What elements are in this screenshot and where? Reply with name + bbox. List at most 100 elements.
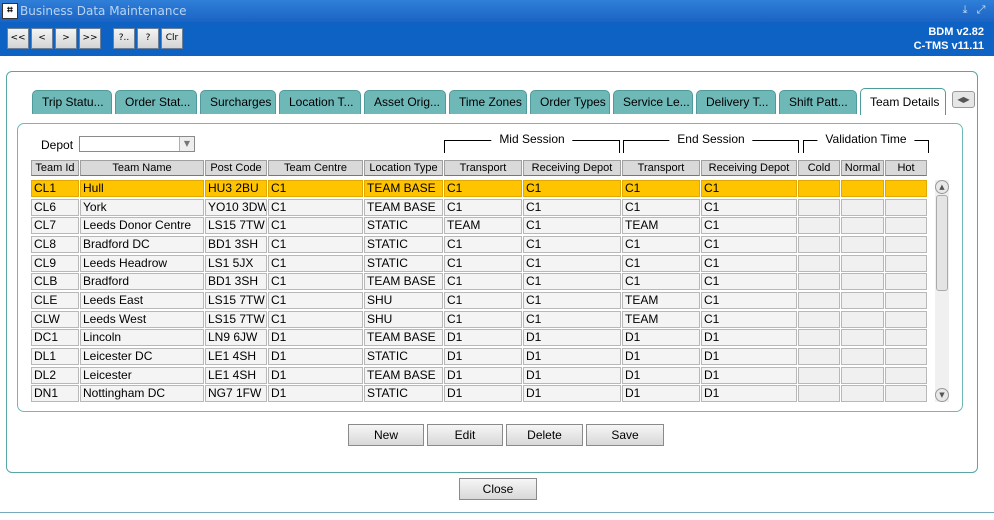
- cell-mid-transport[interactable]: D1: [444, 385, 522, 402]
- cell-team-name[interactable]: Leeds Headrow: [80, 255, 204, 272]
- cell-post-code[interactable]: YO10 3DW: [205, 199, 267, 216]
- cell-end-receiving-depot[interactable]: C1: [701, 255, 797, 272]
- cell-location-type[interactable]: STATIC: [364, 348, 443, 365]
- cell-team-id[interactable]: CLW: [31, 311, 79, 328]
- tab-service-levels[interactable]: Service Le...: [613, 90, 693, 114]
- cell-hot[interactable]: [885, 199, 927, 216]
- cell-end-receiving-depot[interactable]: C1: [701, 217, 797, 234]
- cell-post-code[interactable]: LS15 7TW: [205, 217, 267, 234]
- cell-normal[interactable]: [841, 180, 884, 197]
- cell-normal[interactable]: [841, 311, 884, 328]
- cell-location-type[interactable]: STATIC: [364, 255, 443, 272]
- cell-location-type[interactable]: TEAM BASE: [364, 180, 443, 197]
- first-record-button[interactable]: <<: [7, 28, 29, 49]
- cell-location-type[interactable]: SHU: [364, 311, 443, 328]
- cell-mid-receiving-depot[interactable]: C1: [523, 217, 621, 234]
- cell-normal[interactable]: [841, 385, 884, 402]
- cell-team-id[interactable]: CL7: [31, 217, 79, 234]
- cell-end-transport[interactable]: C1: [622, 273, 700, 290]
- cell-normal[interactable]: [841, 329, 884, 346]
- cell-hot[interactable]: [885, 367, 927, 384]
- cell-mid-receiving-depot[interactable]: C1: [523, 236, 621, 253]
- maximize-icon[interactable]: ⤢: [974, 3, 988, 17]
- cell-mid-transport[interactable]: C1: [444, 255, 522, 272]
- cell-team-id[interactable]: CLE: [31, 292, 79, 309]
- cell-mid-transport[interactable]: C1: [444, 180, 522, 197]
- cell-mid-receiving-depot[interactable]: D1: [523, 385, 621, 402]
- clear-button[interactable]: Clr: [161, 28, 183, 49]
- cell-team-name[interactable]: Nottingham DC: [80, 385, 204, 402]
- cell-mid-transport[interactable]: C1: [444, 236, 522, 253]
- edit-button[interactable]: Edit: [427, 424, 503, 446]
- last-record-button[interactable]: >>: [79, 28, 101, 49]
- cell-team-name[interactable]: Leeds Donor Centre: [80, 217, 204, 234]
- cell-location-type[interactable]: TEAM BASE: [364, 199, 443, 216]
- cell-mid-receiving-depot[interactable]: D1: [523, 329, 621, 346]
- tab-surcharges[interactable]: Surcharges: [200, 90, 276, 114]
- tab-location-types[interactable]: Location T...: [279, 90, 361, 114]
- cell-hot[interactable]: [885, 348, 927, 365]
- cell-location-type[interactable]: SHU: [364, 292, 443, 309]
- cell-cold[interactable]: [798, 255, 840, 272]
- cell-normal[interactable]: [841, 255, 884, 272]
- cell-mid-transport[interactable]: D1: [444, 348, 522, 365]
- cell-mid-transport[interactable]: C1: [444, 199, 522, 216]
- cell-end-receiving-depot[interactable]: C1: [701, 199, 797, 216]
- cell-team-centre[interactable]: C1: [268, 236, 363, 253]
- cell-team-name[interactable]: Bradford DC: [80, 236, 204, 253]
- cell-mid-receiving-depot[interactable]: C1: [523, 199, 621, 216]
- new-button[interactable]: New: [348, 424, 424, 446]
- cell-mid-receiving-depot[interactable]: D1: [523, 348, 621, 365]
- minimize-icon[interactable]: ⤓: [958, 3, 972, 17]
- cell-hot[interactable]: [885, 292, 927, 309]
- cell-end-receiving-depot[interactable]: C1: [701, 311, 797, 328]
- query-button[interactable]: ?: [137, 28, 159, 49]
- delete-button[interactable]: Delete: [506, 424, 583, 446]
- cell-end-transport[interactable]: D1: [622, 348, 700, 365]
- cell-team-id[interactable]: DN1: [31, 385, 79, 402]
- cell-cold[interactable]: [798, 348, 840, 365]
- tab-trip-status[interactable]: Trip Statu...: [32, 90, 112, 114]
- cell-team-centre[interactable]: C1: [268, 180, 363, 197]
- cell-end-receiving-depot[interactable]: D1: [701, 385, 797, 402]
- cell-post-code[interactable]: LS15 7TW: [205, 311, 267, 328]
- cell-team-id[interactable]: DL2: [31, 367, 79, 384]
- scroll-down-icon[interactable]: ▼: [935, 388, 949, 402]
- cell-end-receiving-depot[interactable]: C1: [701, 236, 797, 253]
- cell-end-receiving-depot[interactable]: D1: [701, 329, 797, 346]
- cell-team-centre[interactable]: C1: [268, 199, 363, 216]
- scroll-thumb[interactable]: [936, 195, 948, 291]
- previous-record-button[interactable]: <: [31, 28, 53, 49]
- cell-end-transport[interactable]: C1: [622, 255, 700, 272]
- cell-team-name[interactable]: Leeds West: [80, 311, 204, 328]
- tab-scroll-icon[interactable]: ◀▶: [952, 91, 975, 108]
- cell-mid-transport[interactable]: C1: [444, 273, 522, 290]
- cell-end-transport[interactable]: D1: [622, 385, 700, 402]
- cell-hot[interactable]: [885, 236, 927, 253]
- cell-team-centre[interactable]: D1: [268, 329, 363, 346]
- cell-team-id[interactable]: CLB: [31, 273, 79, 290]
- cell-post-code[interactable]: LE1 4SH: [205, 348, 267, 365]
- cell-cold[interactable]: [798, 385, 840, 402]
- chevron-down-icon[interactable]: ▼: [179, 137, 194, 151]
- cell-normal[interactable]: [841, 273, 884, 290]
- cell-location-type[interactable]: TEAM BASE: [364, 329, 443, 346]
- cell-hot[interactable]: [885, 217, 927, 234]
- cell-mid-transport[interactable]: C1: [444, 311, 522, 328]
- save-button[interactable]: Save: [586, 424, 664, 446]
- cell-hot[interactable]: [885, 329, 927, 346]
- depot-select[interactable]: ▼: [79, 136, 195, 152]
- cell-end-receiving-depot[interactable]: D1: [701, 348, 797, 365]
- cell-normal[interactable]: [841, 367, 884, 384]
- cell-post-code[interactable]: BD1 3SH: [205, 236, 267, 253]
- cell-location-type[interactable]: STATIC: [364, 385, 443, 402]
- cell-end-transport[interactable]: D1: [622, 367, 700, 384]
- cell-location-type[interactable]: TEAM BASE: [364, 367, 443, 384]
- cell-post-code[interactable]: HU3 2BU: [205, 180, 267, 197]
- next-record-button[interactable]: >: [55, 28, 77, 49]
- tab-order-status[interactable]: Order Stat...: [115, 90, 197, 114]
- cell-post-code[interactable]: BD1 3SH: [205, 273, 267, 290]
- cell-end-transport[interactable]: C1: [622, 199, 700, 216]
- cell-hot[interactable]: [885, 385, 927, 402]
- cell-team-centre[interactable]: D1: [268, 348, 363, 365]
